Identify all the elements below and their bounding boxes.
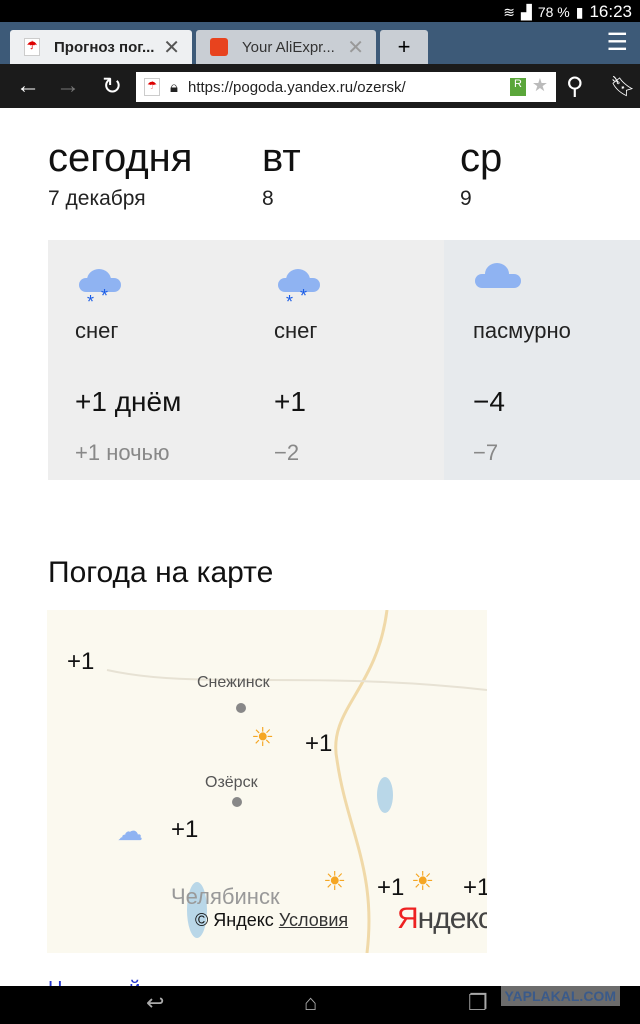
terms-link[interactable]: Условия bbox=[279, 910, 348, 930]
forecast-day-header: вт 8 bbox=[262, 136, 301, 210]
map-temp[interactable]: +1 bbox=[171, 816, 198, 844]
snow-cloud-icon: * * bbox=[278, 269, 320, 310]
lock-icon: 🔒︎ bbox=[170, 78, 178, 96]
map-temp[interactable]: +1 bbox=[67, 648, 94, 676]
signal-icon: ▟ bbox=[521, 3, 532, 20]
map-temp[interactable]: +1 bbox=[463, 874, 487, 902]
recent-apps-icon[interactable]: ❐ bbox=[468, 990, 488, 1016]
search-icon[interactable]: ⚲ bbox=[566, 72, 584, 101]
wifi-icon: ≋ bbox=[503, 3, 516, 20]
aliexpress-favicon bbox=[210, 38, 228, 56]
yandex-weather-favicon: ☂ bbox=[24, 38, 40, 56]
watermark: YAPLAKAL.COM bbox=[500, 986, 620, 1006]
svg-text:*: * bbox=[87, 292, 94, 310]
forecast-panel[interactable]: * * снег +1 днём +1 ночью * * снег +1 −2 пасму… bbox=[48, 240, 640, 480]
android-nav-bar: ↩ ⌂ ❐ YAPLAKAL.COM bbox=[0, 986, 640, 1024]
address-bar: ← → ↻ ☂ 🔒︎ https://pogoda.yandex.ru/ozersk… bbox=[0, 64, 640, 108]
tab-aliexpress[interactable]: Your AliExpr... ✕ bbox=[196, 30, 376, 64]
battery-icon: ▮ bbox=[575, 3, 584, 20]
url-input[interactable]: ☂ 🔒︎ https://pogoda.yandex.ru/ozersk/R ★ bbox=[136, 72, 556, 102]
close-tab-icon[interactable]: ✕ bbox=[347, 35, 364, 60]
map-city-label: Снежинск bbox=[197, 674, 270, 691]
close-tab-icon[interactable]: ✕ bbox=[163, 35, 180, 60]
tabs-menu-icon[interactable]: ☰ bbox=[606, 28, 628, 57]
tab-strip: ☂ Прогноз пог... ✕ Your AliExpr... ✕ + ☰ bbox=[0, 22, 640, 64]
extension-icon[interactable]: R bbox=[510, 78, 526, 96]
home-icon[interactable]: ⌂ bbox=[304, 990, 317, 1016]
partial-link[interactable]: Н______й bbox=[48, 978, 140, 986]
map-city-label: Озёрск bbox=[205, 774, 258, 791]
new-tab-button[interactable]: + bbox=[380, 30, 428, 64]
map-copyright: © Яндекс Условия bbox=[195, 910, 349, 930]
svg-text:*: * bbox=[101, 286, 108, 306]
map-temp[interactable]: +1 bbox=[377, 874, 404, 902]
svg-text:*: * bbox=[300, 286, 307, 306]
forecast-day-header: сегодня 7 декабря bbox=[48, 136, 193, 210]
status-bar: ≋ ▟ 78 % ▮ 16:23 bbox=[0, 0, 640, 22]
back-icon[interactable]: ← bbox=[16, 72, 40, 100]
back-nav-icon[interactable]: ↩ bbox=[146, 990, 164, 1016]
bookmark-star-icon[interactable]: ★ bbox=[532, 75, 548, 96]
cloud-icon bbox=[475, 263, 521, 288]
bookmarks-icon[interactable]: 🔖︎ bbox=[610, 74, 635, 99]
clock: 16:23 bbox=[589, 2, 632, 21]
map-city-label: Челябинск bbox=[171, 884, 280, 909]
forecast-day-header: ср 9 bbox=[460, 136, 503, 210]
tab-pogoda[interactable]: ☂ Прогноз пог... ✕ bbox=[10, 30, 192, 64]
weather-map[interactable]: Снежинск Озёрск Челябинск +1 ☀ +1 ☁ +1 ☀… bbox=[47, 610, 487, 953]
map-section-title: Погода на карте bbox=[48, 556, 274, 589]
reload-icon[interactable]: ↻ bbox=[102, 72, 122, 101]
map-temp[interactable]: +1 bbox=[305, 730, 332, 758]
snow-cloud-icon: ☁ bbox=[117, 816, 143, 846]
forward-icon[interactable]: → bbox=[56, 72, 80, 100]
url-text: https://pogoda.yandex.ru/ozersk/ bbox=[187, 78, 406, 96]
tab-title: Your AliExpr... bbox=[242, 38, 335, 56]
partly-cloudy-icon: ☀ bbox=[411, 866, 435, 896]
yandex-logo: Яндекс bbox=[397, 902, 487, 935]
partly-cloudy-icon: ☀ bbox=[251, 722, 275, 752]
site-favicon: ☂ bbox=[144, 78, 160, 96]
tab-title: Прогноз пог... bbox=[54, 38, 155, 56]
svg-text:*: * bbox=[286, 292, 293, 310]
partly-cloudy-icon: ☀ bbox=[323, 866, 347, 896]
snow-cloud-icon: * * bbox=[79, 269, 121, 310]
battery-level: 78 % bbox=[537, 4, 570, 20]
